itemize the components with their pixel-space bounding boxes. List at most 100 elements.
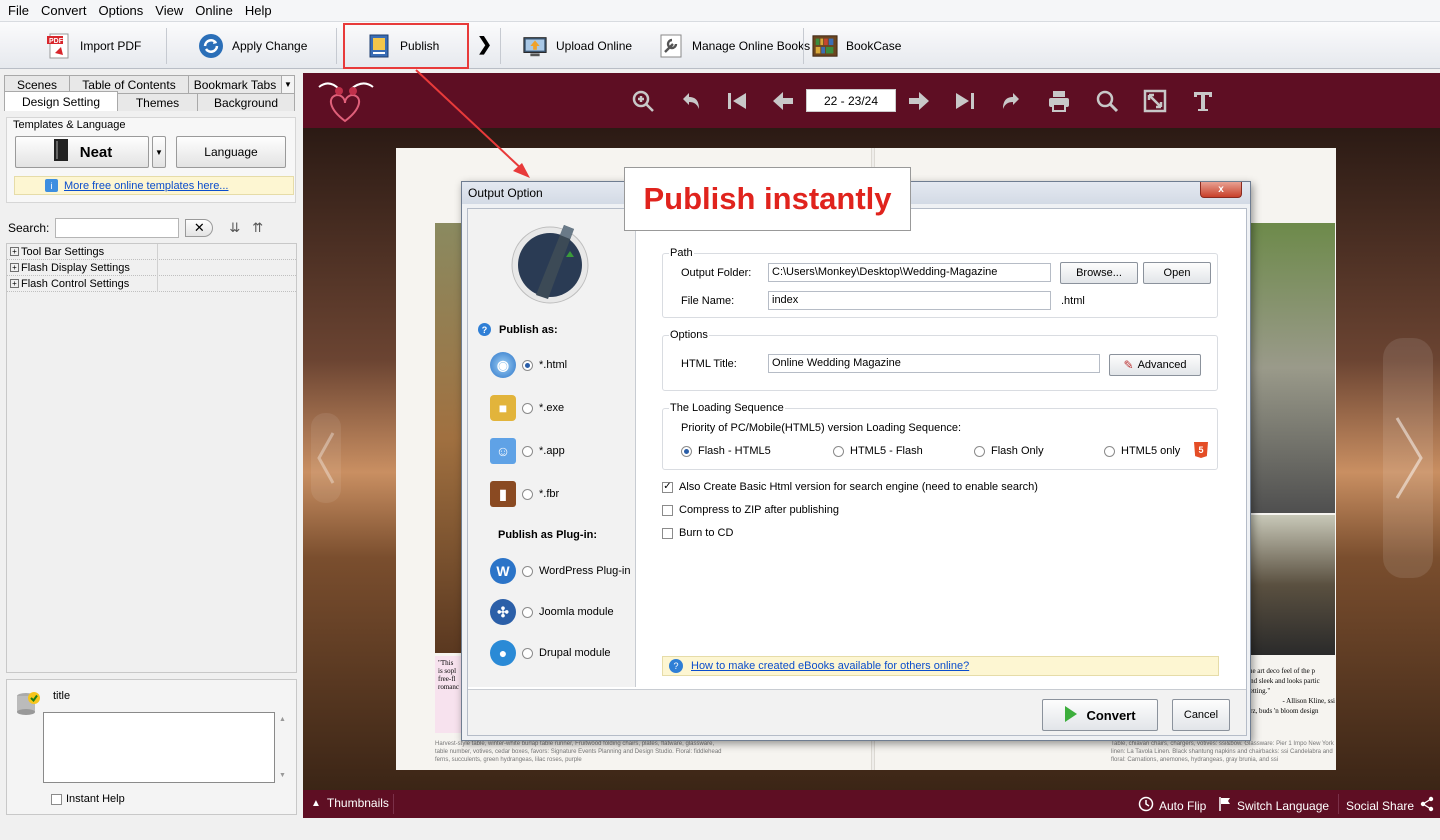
toolbar-more-chevron[interactable]: ❯ — [477, 34, 492, 55]
tree-item-flash-control-settings[interactable]: + Flash Control Settings — [7, 276, 296, 292]
manage-online-books-button[interactable]: Manage Online Books — [658, 30, 810, 62]
loading-option-flash-only[interactable]: Flash Only — [974, 445, 1044, 457]
path-group: Path Output Folder: C:\Users\Monkey\Desk… — [662, 247, 1218, 318]
checkbox-box: ✓ — [662, 481, 673, 493]
settings-tree: + Tool Bar Settings + Flash Display Settin… — [6, 243, 297, 673]
close-icon: ✕ — [193, 220, 205, 235]
advanced-label: Advanced — [1137, 359, 1187, 371]
tree-item-tool-bar-settings[interactable]: + Tool Bar Settings — [7, 244, 296, 260]
tab-bookmark-tabs[interactable]: Bookmark Tabs — [188, 75, 282, 93]
bookcase-button[interactable]: BookCase — [812, 30, 901, 62]
upload-online-button[interactable]: Upload Online — [522, 30, 632, 62]
tab-background[interactable]: Background — [197, 93, 295, 111]
caption-line: "This — [438, 659, 454, 667]
print-icon[interactable] — [1045, 87, 1073, 115]
next-page-icon[interactable] — [905, 87, 933, 115]
auto-flip-button[interactable]: Auto Flip — [1138, 796, 1206, 815]
menu-help[interactable]: Help — [239, 0, 278, 21]
tab-design-setting[interactable]: Design Setting — [4, 91, 118, 111]
import-pdf-button[interactable]: PDF Import PDF — [46, 30, 141, 62]
back-icon[interactable] — [677, 87, 705, 115]
expand-all-icon[interactable]: ⇊ — [229, 220, 240, 236]
format-option-html[interactable]: ◉ *.html — [490, 352, 567, 378]
menu-online[interactable]: Online — [189, 0, 239, 21]
instant-help-label: Instant Help — [66, 793, 125, 805]
loading-option-flash-html5[interactable]: Flash - HTML5 — [681, 445, 771, 457]
expand-plus-icon: + — [10, 263, 19, 272]
loading-option-label: Flash Only — [991, 445, 1044, 457]
forward-icon[interactable] — [997, 87, 1025, 115]
template-dropdown-button[interactable]: ▼ — [152, 136, 166, 168]
search-label: Search: — [8, 221, 50, 235]
page-number-input[interactable]: 22 - 23/24 — [806, 89, 896, 112]
social-share-button[interactable]: Social Share — [1346, 796, 1435, 815]
loading-sequence-legend: The Loading Sequence — [669, 402, 785, 414]
search-icon[interactable] — [1093, 87, 1121, 115]
scroll-down-icon[interactable]: ▼ — [279, 772, 286, 779]
first-page-icon[interactable] — [723, 87, 751, 115]
plugin-option-wordpress[interactable]: W WordPress Plug-in — [490, 558, 631, 584]
info-icon: i — [45, 179, 58, 192]
menu-convert[interactable]: Convert — [35, 0, 93, 21]
caption-line: - Allison Kline, ssi — [1282, 697, 1335, 705]
switch-language-button[interactable]: Switch Language — [1218, 796, 1329, 815]
collapse-all-icon[interactable]: ⇈ — [252, 220, 263, 236]
compress-zip-checkbox[interactable]: Compress to ZIP after publishing — [662, 504, 839, 516]
format-option-fbr[interactable]: ▮ *.fbr — [490, 481, 559, 507]
up-arrow-icon: ▲ — [311, 797, 321, 809]
dialog-close-button[interactable]: x — [1200, 182, 1242, 198]
open-button[interactable]: Open — [1143, 262, 1211, 284]
dropdown-arrow-icon: ▼ — [284, 80, 292, 89]
search-input[interactable] — [55, 218, 180, 238]
menu-file[interactable]: File — [2, 0, 35, 21]
zoom-in-icon[interactable] — [629, 87, 657, 115]
convert-button[interactable]: Convert — [1042, 699, 1158, 731]
clear-search-button[interactable]: ✕ — [185, 219, 214, 237]
output-folder-field[interactable]: C:\Users\Monkey\Desktop\Wedding-Magazine — [768, 263, 1051, 282]
fullscreen-icon[interactable] — [1141, 87, 1169, 115]
burn-cd-checkbox[interactable]: Burn to CD — [662, 527, 733, 539]
format-option-exe[interactable]: ■ *.exe — [490, 395, 564, 421]
language-button[interactable]: Language — [176, 136, 286, 168]
html-title-field[interactable]: Online Wedding Magazine — [768, 354, 1100, 373]
more-templates-link[interactable]: More free online templates here... — [64, 180, 228, 192]
last-page-icon[interactable] — [951, 87, 979, 115]
cancel-button[interactable]: Cancel — [1172, 699, 1230, 731]
help-link[interactable]: How to make created eBooks available for… — [691, 660, 969, 672]
format-label: *.app — [539, 445, 565, 457]
thumbnails-button[interactable]: ▲ Thumbnails — [311, 796, 389, 810]
loading-option-html5-only[interactable]: HTML5 only — [1104, 445, 1180, 457]
advanced-settings-icon: ✎ — [1123, 358, 1134, 372]
create-basic-html-checkbox[interactable]: ✓ Also Create Basic Html version for sear… — [662, 481, 1038, 493]
browse-button[interactable]: Browse... — [1060, 262, 1138, 284]
template-select-button[interactable]: Neat — [15, 136, 149, 168]
dialog-title: Output Option — [468, 186, 543, 200]
loading-sequence-description: Priority of PC/Mobile(HTML5) version Loa… — [681, 422, 962, 434]
plugin-option-joomla[interactable]: ✣ Joomla module — [490, 599, 614, 625]
tab-themes[interactable]: Themes — [117, 93, 198, 111]
share-icon — [1419, 796, 1435, 815]
help-title: title — [53, 690, 71, 702]
viewer-bottom-bar: ▲ Thumbnails Auto Flip Switch Language S… — [303, 790, 1440, 818]
menu-options[interactable]: Options — [92, 0, 149, 21]
file-name-field[interactable]: index — [768, 291, 1051, 310]
loading-option-html5-flash[interactable]: HTML5 - Flash — [833, 445, 923, 457]
scroll-up-icon[interactable]: ▲ — [279, 716, 286, 723]
social-share-label: Social Share — [1346, 798, 1415, 813]
flip-left-arrow-icon[interactable] — [311, 413, 341, 503]
help-text-area[interactable] — [43, 712, 275, 783]
apply-change-button[interactable]: Apply Change — [198, 30, 307, 62]
format-option-app[interactable]: ☺ *.app — [490, 438, 565, 464]
text-icon[interactable] — [1189, 87, 1217, 115]
advanced-button[interactable]: ✎ Advanced — [1109, 354, 1201, 376]
menu-view[interactable]: View — [149, 0, 189, 21]
plugin-option-drupal[interactable]: ● Drupal module — [490, 640, 611, 666]
tab-overflow-dropdown[interactable]: ▼ — [281, 75, 295, 93]
tree-item-flash-display-settings[interactable]: + Flash Display Settings — [7, 260, 296, 276]
flip-right-arrow-icon[interactable] — [1383, 338, 1433, 578]
bookcase-label: BookCase — [846, 39, 902, 53]
format-radio — [522, 402, 533, 414]
instant-help-checkbox[interactable]: Instant Help — [51, 793, 125, 805]
checkbox-box — [662, 527, 673, 539]
previous-page-icon[interactable] — [769, 87, 797, 115]
